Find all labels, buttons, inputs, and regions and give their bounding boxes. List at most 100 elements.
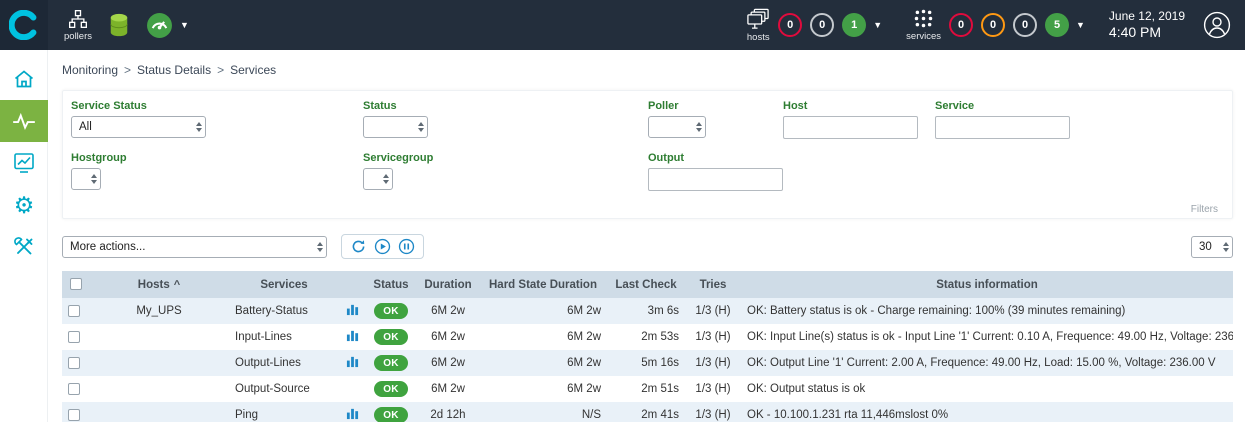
breadcrumb-status-details[interactable]: Status Details [137, 63, 211, 77]
service-link[interactable]: Ping [235, 409, 258, 421]
pause-button[interactable] [398, 238, 415, 255]
sidebar-item-monitoring[interactable] [0, 100, 48, 142]
servicegroup-select[interactable] [363, 168, 393, 190]
graph-icon[interactable] [346, 407, 359, 420]
status-badge: OK [374, 355, 408, 371]
clock: June 12, 2019 4:40 PM [1109, 9, 1185, 42]
sidebar-item-reporting[interactable] [0, 142, 48, 184]
header-status-information[interactable]: Status information [741, 271, 1233, 298]
chevron-down-icon[interactable]: ▼ [180, 20, 189, 30]
sort-asc-icon: ^ [174, 279, 180, 291]
service-link[interactable]: Battery-Status [235, 305, 308, 317]
status-select[interactable] [363, 116, 428, 138]
user-icon [1203, 11, 1231, 39]
header-last-check[interactable]: Last Check [607, 271, 685, 298]
refresh-button[interactable] [350, 238, 367, 255]
host-link[interactable]: My_UPS [136, 305, 181, 317]
table-row: Ping OK 2d 12h N/S 2m 41s 1/3 (H) OK - 1… [62, 402, 1233, 422]
table-row: Output-Source OK 6M 2w 6M 2w 2m 51s 1/3 … [62, 376, 1233, 402]
select-all-checkbox[interactable] [70, 278, 82, 290]
services-menu[interactable]: services [906, 8, 941, 42]
status-information-cell: OK - 10.100.1.231 rta 11,446mslost 0% [741, 402, 1233, 422]
sidebar-item-configuration[interactable]: ⚙ [0, 184, 48, 226]
hosts-unreachable-counter[interactable]: 0 [810, 13, 834, 37]
breadcrumb-services[interactable]: Services [230, 63, 276, 77]
service-status-label: Service Status [71, 100, 363, 112]
last-check-cell: 3m 6s [607, 298, 685, 324]
output-input[interactable] [648, 168, 783, 191]
header-hard-state-duration[interactable]: Hard State Duration [479, 271, 607, 298]
user-menu[interactable] [1203, 11, 1231, 39]
graph-icon[interactable] [346, 329, 359, 342]
graph-icon[interactable] [346, 355, 359, 368]
hosts-up-counter[interactable]: 1 [842, 13, 866, 37]
tries-cell: 1/3 (H) [685, 376, 741, 402]
services-warning-counter[interactable]: 0 [981, 13, 1005, 37]
status-badge: OK [374, 329, 408, 345]
service-input[interactable] [935, 116, 1070, 139]
pollers-menu[interactable]: pollers [64, 9, 92, 42]
service-link[interactable]: Output-Lines [235, 357, 301, 369]
services-label: services [906, 31, 941, 42]
centreon-logo-icon [9, 10, 39, 40]
duration-cell: 2d 12h [417, 402, 479, 422]
select-arrows-icon [383, 174, 389, 184]
duration-cell: 6M 2w [417, 376, 479, 402]
filters-caption: Filters [71, 204, 1220, 215]
page-size-select[interactable]: 30 [1191, 236, 1233, 258]
header-status[interactable]: Status [365, 271, 417, 298]
service-label: Service [935, 100, 1220, 112]
row-checkbox[interactable] [68, 383, 80, 395]
poller-status-icon [146, 12, 173, 39]
pollers-icon [68, 9, 88, 29]
services-unknown-counter[interactable]: 0 [1013, 13, 1037, 37]
hosts-icon [746, 8, 770, 30]
row-checkbox[interactable] [68, 409, 80, 421]
centreon-logo[interactable] [0, 0, 48, 50]
service-status-value: All [79, 121, 92, 133]
row-checkbox[interactable] [68, 331, 80, 343]
chevron-down-icon[interactable]: ▼ [1076, 20, 1085, 30]
tries-cell: 1/3 (H) [685, 298, 741, 324]
poller-select[interactable] [648, 116, 706, 138]
more-actions-select[interactable]: More actions... [62, 236, 327, 258]
status-badge: OK [374, 303, 408, 319]
duration-cell: 6M 2w [417, 298, 479, 324]
row-checkbox[interactable] [68, 357, 80, 369]
hostgroup-select[interactable] [71, 168, 101, 190]
output-label: Output [648, 152, 783, 164]
sidebar-item-administration[interactable] [0, 226, 48, 268]
hard-state-duration-cell: 6M 2w [479, 298, 607, 324]
sidebar-item-home[interactable] [0, 58, 48, 100]
header-services[interactable]: Services [229, 271, 339, 298]
chevron-down-icon[interactable]: ▼ [873, 20, 882, 30]
header-tries[interactable]: Tries [685, 271, 741, 298]
table-header-row: Hosts^ Services Status Duration Hard Sta… [62, 271, 1233, 298]
service-link[interactable]: Input-Lines [235, 331, 292, 343]
sidebar: ⚙ [0, 50, 48, 422]
service-link[interactable]: Output-Source [235, 383, 310, 395]
poller-status[interactable] [146, 12, 173, 39]
hosts-menu[interactable]: hosts [746, 8, 770, 43]
hosts-down-counter[interactable]: 0 [778, 13, 802, 37]
host-input[interactable] [783, 116, 918, 139]
services-ok-counter[interactable]: 5 [1045, 13, 1069, 37]
main-content: Monitoring > Status Details > Services S… [48, 50, 1245, 422]
services-critical-counter[interactable]: 0 [949, 13, 973, 37]
pause-icon [398, 238, 415, 255]
select-arrows-icon [91, 174, 97, 184]
current-time: 4:40 PM [1109, 24, 1185, 42]
tries-cell: 1/3 (H) [685, 350, 741, 376]
header-hosts[interactable]: Hosts^ [89, 271, 229, 298]
duration-cell: 6M 2w [417, 350, 479, 376]
graph-icon[interactable] [346, 303, 359, 316]
service-status-select[interactable]: All [71, 116, 206, 138]
status-badge: OK [374, 407, 408, 422]
top-bar: pollers ▼ [0, 0, 1245, 50]
row-checkbox[interactable] [68, 305, 80, 317]
database-status[interactable] [108, 12, 130, 38]
header-duration[interactable]: Duration [417, 271, 479, 298]
monitoring-pulse-icon [11, 108, 37, 134]
play-button[interactable] [374, 238, 391, 255]
breadcrumb-monitoring[interactable]: Monitoring [62, 63, 118, 77]
